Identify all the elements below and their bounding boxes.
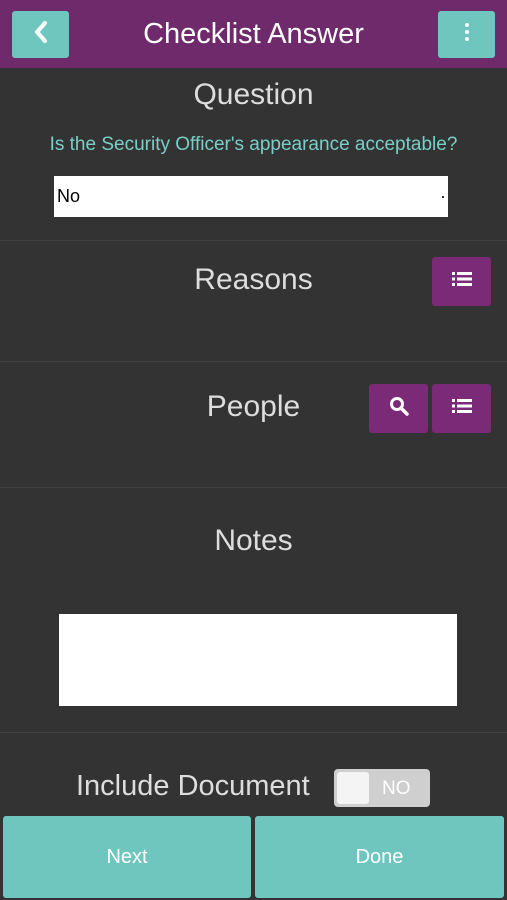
notes-textarea[interactable] [59, 614, 457, 706]
app-header: Checklist Answer [0, 0, 507, 68]
divider [0, 240, 507, 241]
list-icon [451, 271, 472, 292]
divider [0, 487, 507, 488]
question-text: Is the Security Officer's appearance acc… [49, 134, 458, 155]
done-button[interactable]: Done [255, 816, 504, 898]
page-title: Checklist Answer [143, 18, 364, 50]
select-caret-icon [442, 196, 444, 198]
notes-heading: Notes [214, 524, 293, 557]
answer-select-value: No [57, 186, 81, 206]
people-list-button[interactable] [432, 384, 491, 433]
include-document-toggle[interactable]: NO [334, 769, 430, 807]
next-button[interactable]: Next [3, 816, 251, 898]
more-vertical-icon [463, 22, 471, 47]
menu-button[interactable] [438, 11, 495, 58]
people-search-button[interactable] [369, 384, 428, 433]
divider [0, 732, 507, 733]
toggle-state-text: NO [382, 778, 411, 799]
people-heading: People [206, 390, 301, 423]
list-icon [451, 398, 472, 419]
reasons-list-button[interactable] [432, 257, 491, 306]
question-heading: Question [193, 78, 314, 111]
reasons-heading: Reasons [194, 263, 313, 296]
divider [0, 361, 507, 362]
search-icon [389, 396, 409, 421]
toggle-knob [337, 772, 369, 804]
answer-select[interactable]: No [54, 176, 448, 217]
include-document-label: Include Document [76, 770, 310, 802]
